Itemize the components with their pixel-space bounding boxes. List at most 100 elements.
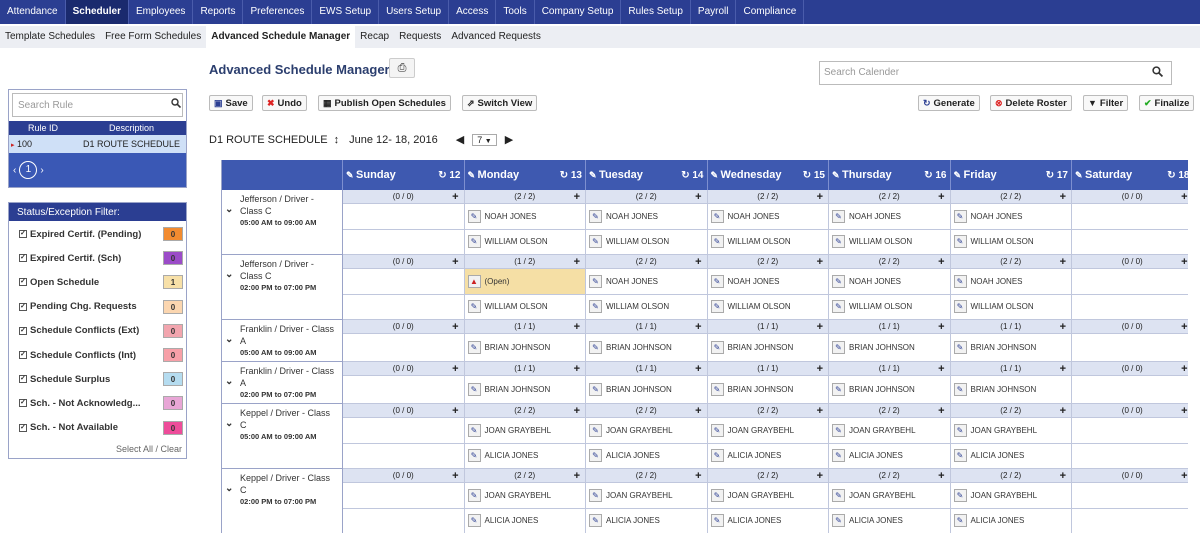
employee-cell[interactable]: ✎ ALICIA JONES — [829, 443, 951, 469]
checkbox[interactable]: ✓ — [19, 254, 27, 263]
edit-icon[interactable]: ✎ — [832, 514, 845, 528]
add-icon[interactable]: + — [1060, 320, 1066, 334]
nav-item-compliance[interactable]: Compliance — [736, 0, 805, 24]
employee-entry[interactable]: ✎ BRIAN JOHNSON — [465, 376, 586, 403]
add-icon[interactable]: + — [1181, 320, 1187, 334]
subnav-item-requests[interactable]: Requests — [394, 26, 446, 48]
expand-chevron-icon[interactable]: ⌄ — [225, 334, 233, 345]
filter-item[interactable]: ✓ Schedule Surplus 0 — [19, 372, 183, 387]
edit-icon[interactable]: ✎ — [467, 383, 481, 396]
employee-entry[interactable]: ✎ WILLIAM OLSON — [586, 295, 707, 320]
employee-cell[interactable]: ✎ JOAN GRAYBEHL — [829, 418, 951, 444]
subnav-item-recap[interactable]: Recap — [355, 26, 394, 48]
employee-cell[interactable]: ✎ BRIAN JOHNSON — [829, 376, 951, 404]
checkbox[interactable]: ✓ — [19, 278, 27, 287]
nav-item-employees[interactable]: Employees — [129, 0, 194, 24]
subnav-item-advanced-requests[interactable]: Advanced Requests — [446, 26, 546, 48]
employee-cell[interactable]: ✎ JOAN GRAYBEHL — [464, 418, 586, 444]
nav-item-rules-setup[interactable]: Rules Setup — [621, 0, 691, 24]
switch-view-button[interactable]: ⇗ Switch View — [462, 95, 538, 111]
employee-cell[interactable]: ✎ BRIAN JOHNSON — [464, 376, 586, 404]
employee-cell[interactable]: ✎ WILLIAM OLSON — [950, 294, 1072, 320]
employee-entry[interactable]: ✎ ALICIA JONES — [465, 509, 586, 533]
add-icon[interactable]: + — [695, 320, 701, 334]
employee-entry[interactable]: ✎ JOAN GRAYBEHL — [951, 483, 1072, 508]
employee-entry[interactable]: ✎ WILLIAM OLSON — [708, 230, 829, 255]
add-icon[interactable]: + — [695, 255, 701, 269]
checkbox[interactable]: ✓ — [19, 423, 27, 432]
employee-entry[interactable]: ✎ WILLIAM OLSON — [586, 230, 707, 255]
add-icon[interactable]: + — [817, 362, 823, 376]
employee-entry[interactable]: ✎ BRIAN JOHNSON — [829, 376, 950, 403]
checkbox[interactable]: ✓ — [19, 302, 27, 311]
employee-entry[interactable]: ✎ JOAN GRAYBEHL — [951, 418, 1072, 443]
employee-entry[interactable]: ✎ ALICIA JONES — [829, 509, 950, 533]
expand-chevron-icon[interactable]: ⌄ — [225, 376, 233, 387]
add-icon[interactable]: + — [817, 190, 823, 204]
page-number[interactable]: 1 — [19, 161, 38, 179]
day-header-friday[interactable]: ✎ Friday ↻ 17 — [950, 160, 1072, 190]
edit-icon[interactable]: ✎ — [832, 423, 845, 437]
edit-icon[interactable]: ✎ — [589, 274, 602, 288]
employee-cell[interactable]: ✎ ALICIA JONES — [950, 508, 1072, 533]
edit-icon[interactable]: ✎ — [832, 488, 845, 502]
day-header-thursday[interactable]: ✎ Thursday ↻ 16 — [829, 160, 951, 190]
employee-cell[interactable]: ✎ NOAH JONES — [829, 269, 951, 295]
checkbox[interactable]: ✓ — [19, 326, 27, 335]
add-icon[interactable]: + — [1060, 469, 1066, 483]
employee-cell[interactable]: ✎ BRIAN JOHNSON — [586, 376, 708, 404]
day-header-saturday[interactable]: ✎ Saturday ↻ 18 — [1072, 160, 1188, 190]
employee-entry[interactable]: ✎ BRIAN JOHNSON — [708, 334, 829, 361]
employee-entry[interactable]: ✎ BRIAN JOHNSON — [951, 376, 1072, 403]
employee-cell[interactable]: ✎ ALICIA JONES — [586, 443, 708, 469]
next-page-icon[interactable]: › — [40, 165, 43, 176]
edit-icon[interactable]: ✎ — [710, 514, 724, 528]
employee-cell[interactable]: ✎ ALICIA JONES — [707, 443, 829, 469]
add-icon[interactable]: + — [452, 190, 458, 204]
employee-entry[interactable]: ✎ WILLIAM OLSON — [708, 295, 829, 320]
add-icon[interactable]: + — [1181, 469, 1187, 483]
add-icon[interactable]: + — [817, 404, 823, 418]
edit-icon[interactable]: ✎ — [710, 235, 724, 249]
expand-chevron-icon[interactable]: ⌄ — [225, 483, 233, 494]
edit-icon[interactable]: ✎ — [953, 423, 967, 437]
add-icon[interactable]: + — [1060, 190, 1066, 204]
employee-entry[interactable]: ✎ WILLIAM OLSON — [465, 295, 586, 320]
employee-cell[interactable]: ✎ WILLIAM OLSON — [464, 229, 586, 255]
nav-item-scheduler[interactable]: Scheduler — [65, 0, 129, 24]
employee-cell[interactable]: ✎ BRIAN JOHNSON — [950, 376, 1072, 404]
employee-cell[interactable]: ✎ JOAN GRAYBEHL — [707, 418, 829, 444]
add-icon[interactable]: + — [817, 255, 823, 269]
add-icon[interactable]: + — [938, 362, 944, 376]
employee-entry[interactable]: ✎ NOAH JONES — [708, 204, 829, 229]
edit-icon[interactable]: ✎ — [953, 209, 967, 223]
day-header-sunday[interactable]: ✎ Sunday ↻ 12 — [343, 160, 465, 190]
employee-entry[interactable]: ✎ WILLIAM OLSON — [951, 230, 1072, 255]
add-icon[interactable]: + — [1181, 362, 1187, 376]
edit-icon[interactable]: ✎ — [467, 300, 481, 314]
employee-cell[interactable]: ✎ WILLIAM OLSON — [829, 229, 951, 255]
nav-item-company-setup[interactable]: Company Setup — [535, 0, 622, 24]
add-icon[interactable]: + — [1060, 404, 1066, 418]
edit-icon[interactable]: ✎ — [710, 488, 724, 502]
add-icon[interactable]: + — [574, 190, 580, 204]
filter-item[interactable]: ✓ Pending Chg. Requests 0 — [19, 299, 183, 314]
employee-cell[interactable]: ✎ NOAH JONES — [950, 269, 1072, 295]
add-icon[interactable]: + — [817, 469, 823, 483]
employee-entry[interactable]: ✎ NOAH JONES — [829, 269, 950, 294]
nav-item-access[interactable]: Access — [449, 0, 497, 24]
nav-item-reports[interactable]: Reports — [193, 0, 244, 24]
print-button[interactable]: ⎙ — [389, 58, 415, 78]
employee-cell[interactable]: ✎ BRIAN JOHNSON — [707, 376, 829, 404]
undo-button[interactable]: ✖ Undo — [262, 95, 307, 111]
add-icon[interactable]: + — [695, 469, 701, 483]
add-icon[interactable]: + — [452, 255, 458, 269]
employee-cell[interactable]: ✎ BRIAN JOHNSON — [464, 334, 586, 362]
nav-item-preferences[interactable]: Preferences — [243, 0, 313, 24]
day-header-tuesday[interactable]: ✎ Tuesday ↻ 14 — [586, 160, 708, 190]
add-icon[interactable]: + — [938, 320, 944, 334]
add-icon[interactable]: + — [574, 469, 580, 483]
search-rule-input[interactable]: Search Rule — [12, 93, 183, 117]
edit-icon[interactable]: ✎ — [467, 341, 481, 354]
day-header-wednesday[interactable]: ✎ Wednesday ↻ 15 — [707, 160, 829, 190]
